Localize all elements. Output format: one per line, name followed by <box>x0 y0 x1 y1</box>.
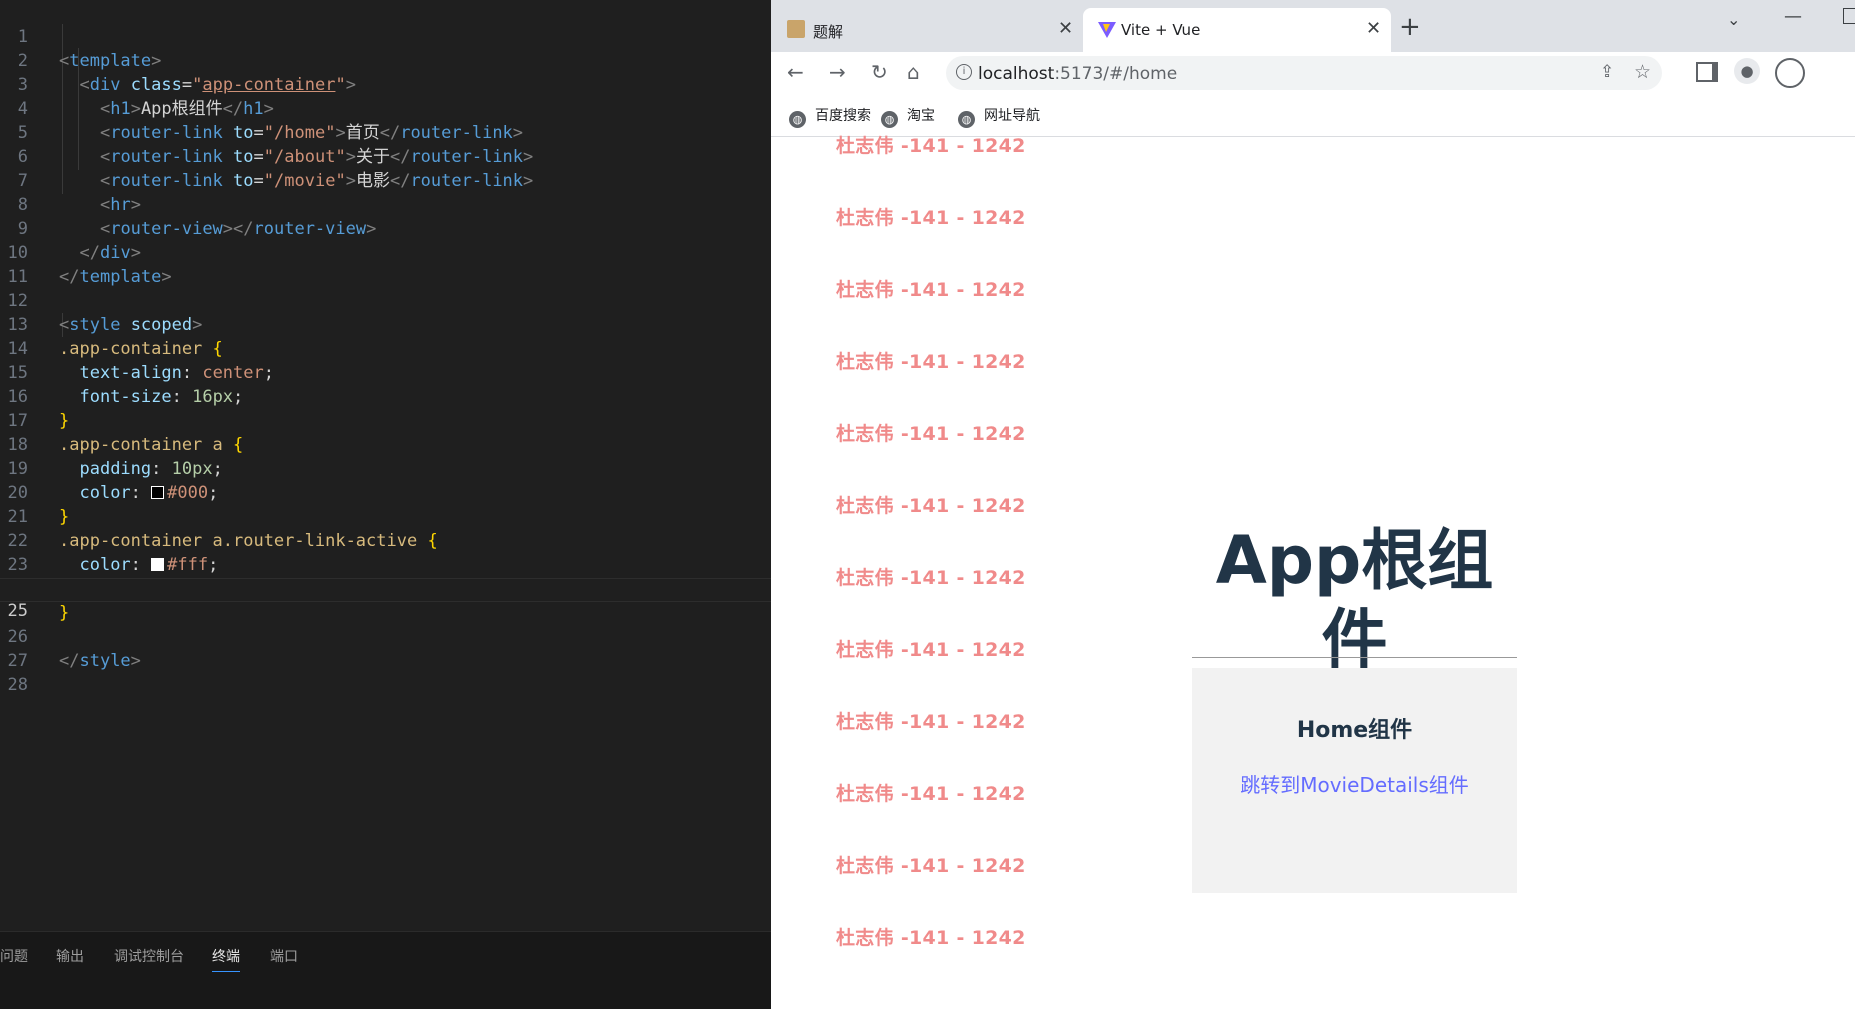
code-line[interactable]: 6 <router-link to="/movie">电影</router-li… <box>0 122 771 191</box>
browser-tab-active[interactable]: Vite + Vue ✕ <box>1083 8 1391 52</box>
code-line[interactable]: 16 } <box>0 362 771 431</box>
code-editor[interactable]: 1 <template> 2 <div class="app-container… <box>0 0 771 1009</box>
watermark: 杜志伟 -141 - 1242 <box>836 351 1026 373</box>
code-line[interactable]: 22 color: #fff; <box>0 506 771 575</box>
tab-title: 题解 <box>813 23 844 41</box>
panel-tab-debug-console[interactable]: 调试控制台 <box>114 946 184 966</box>
router-view-home: Home组件 跳转到MovieDetails组件 <box>1192 668 1517 893</box>
watermark: 杜志伟 -141 - 1242 <box>836 207 1026 229</box>
watermark: 杜志伟 -141 - 1242 <box>836 495 1026 517</box>
profile-icon[interactable]: ● <box>1734 58 1760 84</box>
address-bar[interactable]: i localhost:5173/#/home ⇪ ☆ <box>946 56 1662 90</box>
bookmark-label: 网址导航 <box>984 108 1040 124</box>
watermark: 杜志伟 -141 - 1242 <box>836 783 1026 805</box>
code-line[interactable]: 1 <template> <box>0 2 771 71</box>
line-number: 28 <box>7 674 28 695</box>
globe-icon: ◍ <box>789 111 806 128</box>
watermark: 杜志伟 -141 - 1242 <box>836 711 1026 733</box>
url-host: localhost <box>978 64 1055 84</box>
code-line[interactable]: 11 <box>0 242 771 287</box>
browser-window: 题解 ✕ Vite + Vue ✕ + ⌄ — ← → ↻ ⌂ i localh… <box>771 0 1855 1009</box>
code-line[interactable]: 12 <style scoped> <box>0 266 771 335</box>
close-icon[interactable]: ✕ <box>1366 18 1381 39</box>
share-icon[interactable]: ⇪ <box>1600 62 1614 82</box>
toolbar: ← → ↻ ⌂ i localhost:5173/#/home ⇪ ☆ ● <box>771 52 1855 94</box>
bookmark-item[interactable]: ◍ 淘宝 <box>881 105 935 128</box>
bookmark-item[interactable]: ◍ 百度搜索 <box>789 105 871 128</box>
code-line[interactable]: 15 font-size: 16px; <box>0 338 771 407</box>
bookmark-item[interactable]: ◍ 网址导航 <box>958 105 1040 128</box>
forward-icon[interactable]: → <box>829 60 846 84</box>
globe-icon: ◍ <box>958 111 975 128</box>
code-line[interactable]: 28 <box>0 650 771 695</box>
code-line[interactable]: 9 </div> <box>0 194 771 263</box>
code-line[interactable]: 18 padding: 10px; <box>0 410 771 479</box>
code-line-active[interactable]: 25 <box>0 578 771 621</box>
url-path: :5173/#/home <box>1054 64 1178 84</box>
code-line[interactable]: 14 text-align: center; <box>0 314 771 383</box>
back-icon[interactable]: ← <box>787 60 804 84</box>
code-line[interactable]: 27 <box>0 626 771 671</box>
watermark: 杜志伟 -141 - 1242 <box>836 423 1026 445</box>
tab-title: Vite + Vue <box>1121 21 1201 39</box>
panel-tab-output[interactable]: 输出 <box>56 946 84 966</box>
code-line[interactable]: 2 <div class="app-container"> <box>0 26 771 95</box>
watermark: 杜志伟 -141 - 1242 <box>836 135 1026 157</box>
panel-tab-bar: 问题 输出 调试控制台 终端 端口 <box>0 931 771 1009</box>
code-line[interactable]: 21 .app-container a.router-link-active { <box>0 482 771 551</box>
panel-tab-ports[interactable]: 端口 <box>270 946 298 966</box>
code-line[interactable]: 8 <router-view></router-view> <box>0 170 771 239</box>
panel-tab-terminal[interactable]: 终端 <box>212 946 240 972</box>
watermark: 杜志伟 -141 - 1242 <box>836 927 1026 949</box>
maximize-icon[interactable] <box>1843 8 1855 24</box>
bookmark-label: 百度搜索 <box>815 108 871 124</box>
code-line[interactable]: 4 <router-link to="/home">首页</router-lin… <box>0 74 771 143</box>
code-line[interactable]: 17 .app-container a { <box>0 386 771 455</box>
minimize-icon[interactable]: — <box>1784 6 1802 27</box>
code-line[interactable]: 19 color: #000; <box>0 434 771 503</box>
code-line[interactable]: 3 <h1>App根组件</h1> <box>0 50 771 119</box>
bookmark-label: 淘宝 <box>907 108 935 124</box>
code-line[interactable]: 26 </style> <box>0 602 771 671</box>
app-container: App根组件 首页 关于 电影 Home组件 跳转到MovieDetails组件 <box>1192 521 1517 893</box>
movie-details-link[interactable]: 跳转到MovieDetails组件 <box>1192 769 1517 798</box>
watermark: 杜志伟 -141 - 1242 <box>836 567 1026 589</box>
favicon-icon <box>787 20 805 38</box>
code-line[interactable]: 13 .app-container { <box>0 290 771 359</box>
close-icon[interactable]: ✕ <box>1058 18 1073 39</box>
menu-icon[interactable] <box>1775 58 1805 88</box>
watermark: 杜志伟 -141 - 1242 <box>836 279 1026 301</box>
code-line[interactable]: 20 } <box>0 458 771 527</box>
code-line[interactable]: 10 </template> <box>0 218 771 287</box>
new-tab-button[interactable]: + <box>1399 12 1421 42</box>
divider <box>1192 657 1517 658</box>
code-line[interactable]: 24 } <box>0 554 771 623</box>
code-line[interactable]: 7 <hr> <box>0 146 771 215</box>
code-line[interactable]: 23 background-color: #000; <box>0 530 771 599</box>
vite-logo-icon <box>1098 22 1116 38</box>
reload-icon[interactable]: ↻ <box>871 60 888 84</box>
tab-search-icon[interactable]: ⌄ <box>1727 10 1740 29</box>
star-icon[interactable]: ☆ <box>1634 61 1651 83</box>
globe-icon: ◍ <box>881 111 898 128</box>
info-icon[interactable]: i <box>956 64 972 80</box>
page-viewport: 杜志伟 -141 - 1242 杜志伟 -141 - 1242 杜志伟 -141… <box>771 135 1855 1009</box>
home-icon[interactable]: ⌂ <box>907 60 920 84</box>
watermark: 杜志伟 -141 - 1242 <box>836 855 1026 877</box>
home-heading: Home组件 <box>1296 718 1413 743</box>
side-panel-icon[interactable] <box>1696 62 1718 82</box>
code-line[interactable]: 5 <router-link to="/about">关于</router-li… <box>0 98 771 167</box>
browser-tab[interactable]: 题解 ✕ <box>775 8 1075 52</box>
watermark: 杜志伟 -141 - 1242 <box>836 639 1026 661</box>
panel-tab-problems[interactable]: 问题 <box>0 946 28 966</box>
tab-strip: 题解 ✕ Vite + Vue ✕ + ⌄ — <box>771 0 1855 52</box>
